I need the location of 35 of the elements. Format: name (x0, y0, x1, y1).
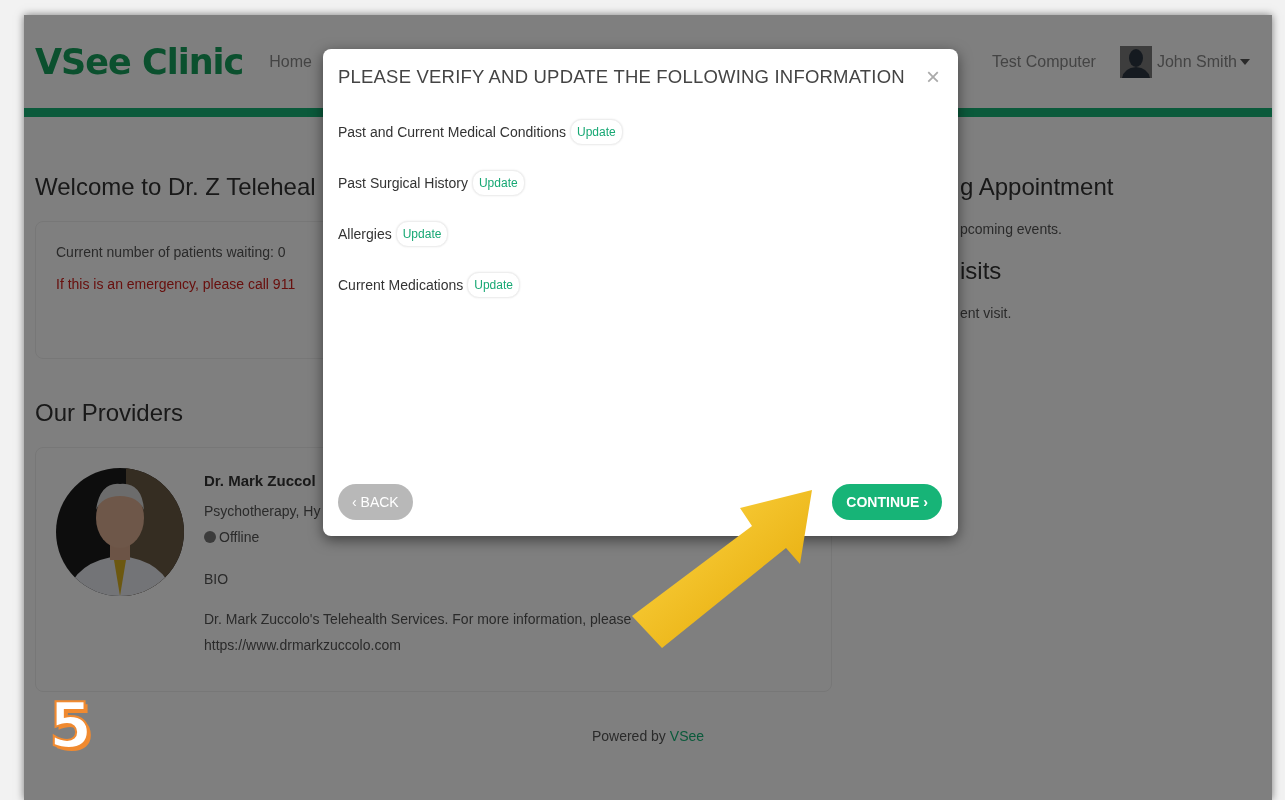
status-label: Offline (219, 529, 260, 545)
update-button[interactable]: Update (570, 119, 623, 145)
info-label: Past Surgical History (338, 175, 468, 191)
nav-link[interactable]: Home (269, 52, 312, 71)
welcome-heading: Welcome to Dr. Z Teleheal (35, 173, 316, 201)
emergency-notice: If this is an emergency, please call 911 (56, 276, 296, 292)
bio-url: https://www.drmarkzuccolo.com (204, 637, 401, 653)
update-button[interactable]: Update (395, 221, 449, 247)
nav-link[interactable]: Test Computer (991, 52, 1096, 71)
user-menu[interactable]: John Smith (1156, 52, 1237, 71)
update-button[interactable]: Update (471, 170, 525, 196)
section-heading: isits (960, 257, 1002, 285)
footer-text: Powered by (591, 728, 666, 744)
info-label: Allergies (338, 226, 392, 242)
continue-button[interactable]: CONTINUE › (832, 484, 942, 520)
dialog-title: PLEASE VERIFY AND UPDATE THE FOLLOWING INFORMATION (338, 66, 905, 88)
caret-icon[interactable] (1240, 58, 1250, 65)
info-label: Past and Current Medical Conditions (338, 124, 566, 140)
back-button[interactable]: ‹ BACK (338, 484, 413, 520)
info-label: Current Medications (338, 277, 464, 293)
section-heading: g Appointment (960, 173, 1114, 201)
bio-text: Dr. Mark Zuccolo's Telehealth Services. For more information, please (204, 611, 632, 627)
clinic-logo[interactable]: VSee Clinic (35, 41, 244, 82)
section-text: ent visit. (960, 305, 1012, 321)
providers-heading: Our Providers (35, 399, 184, 427)
footer-link[interactable]: VSee (669, 728, 705, 744)
bio-label: BIO (204, 571, 229, 587)
section-text: pcoming events. (960, 221, 1062, 237)
user-silhouette-icon[interactable] (1119, 45, 1152, 78)
waiting-count: Current number of patients waiting: 0 (56, 244, 286, 260)
close-button[interactable]: × (924, 65, 942, 89)
provider-specialty: Psychotherapy, Hy (204, 503, 321, 519)
step-number: 5 (49, 695, 93, 757)
update-button[interactable]: Update (467, 272, 520, 298)
provider-name[interactable]: Dr. Mark Zuccol (204, 472, 316, 489)
